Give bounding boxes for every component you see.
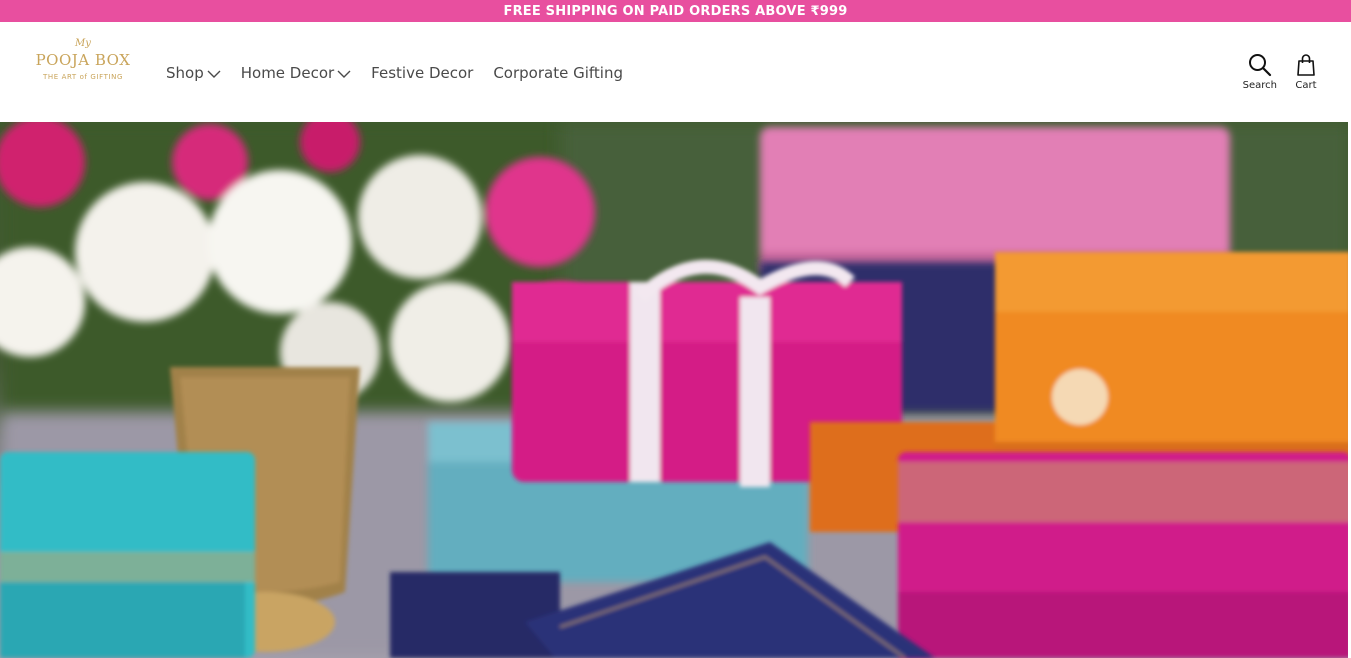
chevron-down-icon: [337, 70, 351, 78]
nav-item-home-decor[interactable]: Home Decor: [241, 64, 351, 82]
main-nav: Shop Home Decor Festive Decor Corporate …: [166, 62, 643, 84]
hero-gift-boxes-image: [0, 122, 1351, 658]
hero-banner[interactable]: [0, 122, 1351, 658]
logo-prefix: My: [75, 38, 91, 49]
nav-item-label: Festive Decor: [371, 64, 474, 82]
nav-item-label: Shop: [166, 64, 204, 82]
logo-tagline: THE ART of GIFTING: [43, 73, 123, 81]
nav-item-shop[interactable]: Shop: [166, 64, 221, 82]
chevron-down-icon: [207, 70, 221, 78]
announcement-text: FREE SHIPPING ON PAID ORDERS ABOVE ₹999: [503, 3, 848, 19]
search-label: Search: [1242, 80, 1277, 91]
logo-name: POOJA BOX: [35, 51, 131, 69]
nav-item-festive-decor[interactable]: Festive Decor: [371, 64, 473, 82]
search-icon: [1248, 54, 1271, 77]
site-header: My POOJA BOX THE ART of GIFTING Shop Hom…: [0, 22, 1351, 122]
announcement-bar: FREE SHIPPING ON PAID ORDERS ABOVE ₹999: [0, 0, 1351, 22]
search-button[interactable]: Search: [1243, 52, 1277, 91]
cart-icon: [1297, 54, 1315, 76]
logo[interactable]: My POOJA BOX THE ART of GIFTING: [28, 38, 138, 98]
header-actions: Search Cart: [1227, 52, 1319, 94]
cart-button[interactable]: Cart: [1293, 52, 1319, 91]
cart-label: Cart: [1295, 80, 1317, 91]
nav-item-label: Corporate Gifting: [493, 64, 623, 82]
nav-item-label: Home Decor: [240, 64, 335, 82]
nav-item-corporate-gifting[interactable]: Corporate Gifting: [493, 64, 623, 82]
